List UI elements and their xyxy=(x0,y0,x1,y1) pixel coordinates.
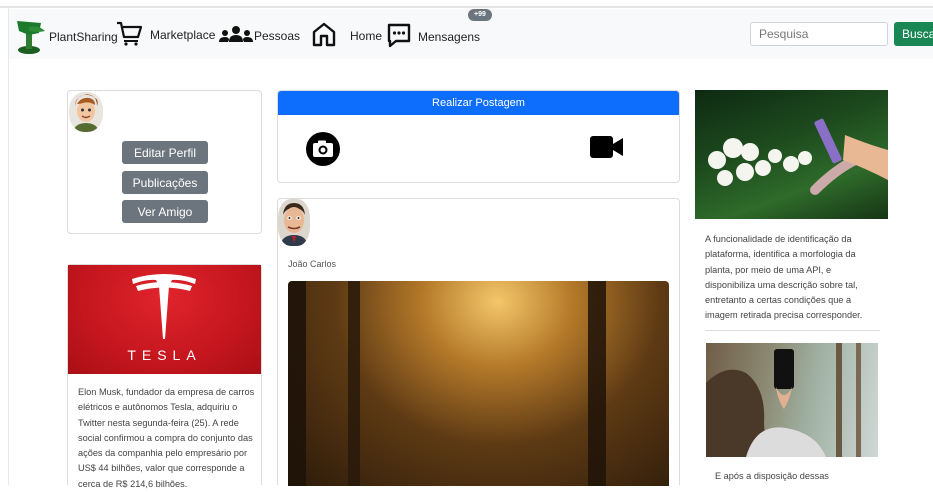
chat-icon xyxy=(386,22,412,51)
plant-id-description: A funcionalidade de identificação da pla… xyxy=(705,234,863,321)
feed-post-card: João Carlos xyxy=(277,198,680,486)
notification-badge: +99 xyxy=(468,9,492,21)
search-button[interactable]: Busca xyxy=(894,22,933,46)
divider xyxy=(705,330,880,331)
create-post-card: Realizar Postagem xyxy=(277,90,680,183)
window-top-border xyxy=(0,6,933,8)
tesla-ad-image: TESLA xyxy=(68,265,261,374)
profile-card: Editar Perfil Publicações Ver Amigo xyxy=(67,90,262,234)
nav-mensagens-label: Mensagens xyxy=(418,29,481,44)
people-icon xyxy=(219,25,253,46)
nav-mensagens[interactable]: Mensagens xyxy=(386,22,480,51)
profile-avatar[interactable] xyxy=(69,92,103,132)
video-icon[interactable] xyxy=(590,136,624,163)
tesla-ad-text: Elon Musk, fundador da empresa de carros… xyxy=(78,387,255,489)
window-left-border xyxy=(8,8,9,485)
tesla-ad-card: TESLA Elon Musk, fundador da empresa de … xyxy=(67,264,262,489)
post-author-name[interactable]: João Carlos xyxy=(288,259,336,269)
plant-logo-icon xyxy=(15,19,49,55)
search-input[interactable] xyxy=(750,22,888,46)
view-friends-button[interactable]: Ver Amigo xyxy=(122,200,208,223)
nav-pessoas-label: Pessoas xyxy=(254,28,301,43)
nav-marketplace-label: Marketplace xyxy=(150,27,216,42)
brand-link[interactable]: PlantSharing xyxy=(15,19,118,55)
nav-home[interactable]: Home xyxy=(311,21,382,50)
plant-id-continued-text: E após a disposição dessas xyxy=(715,471,829,481)
nav-pessoas[interactable]: Pessoas xyxy=(219,25,300,46)
brand-name: PlantSharing xyxy=(49,30,118,44)
edit-profile-button[interactable]: Editar Perfil xyxy=(122,141,208,164)
cart-icon xyxy=(115,20,143,49)
nav-home-label: Home xyxy=(350,28,383,43)
publications-button[interactable]: Publicações xyxy=(122,171,208,194)
camera-icon[interactable] xyxy=(306,132,340,171)
phone-photo-image xyxy=(706,343,878,457)
post-image[interactable] xyxy=(288,281,669,486)
tesla-wordmark: TESLA xyxy=(127,347,201,363)
post-author-avatar[interactable] xyxy=(278,199,310,246)
tesla-logo-icon xyxy=(132,274,196,339)
home-icon xyxy=(311,21,337,50)
top-navbar: PlantSharing Marketplace Pessoas Home Me… xyxy=(9,9,933,59)
orchid-photo-image xyxy=(695,90,888,219)
nav-marketplace[interactable]: Marketplace xyxy=(115,20,215,49)
plant-id-info-card: A funcionalidade de identificação da pla… xyxy=(695,90,890,485)
create-post-button[interactable]: Realizar Postagem xyxy=(278,91,679,115)
